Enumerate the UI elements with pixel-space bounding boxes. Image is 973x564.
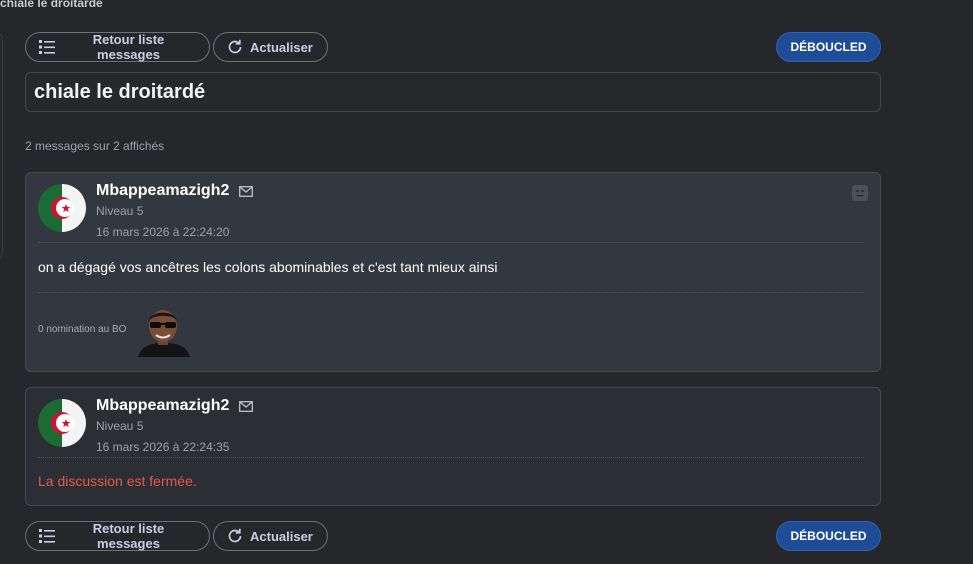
report-icon[interactable] [852,185,868,201]
discussion-closed-notice: La discussion est fermée. [38,473,197,489]
list-icon [39,529,55,543]
mail-icon[interactable] [239,400,254,412]
refresh-label: Actualiser [250,39,313,55]
author-label: Mbappeamazigh2 [96,182,230,199]
message-card: Mbappeamazigh2 Niveau 5 16 mars 2026 à 2… [25,172,881,372]
refresh-icon [228,39,242,54]
deboucled-button[interactable]: DÉBOUCLED [776,521,881,551]
separator [38,457,864,458]
message-body: on a dégagé vos ancêtres les colons abom… [38,259,498,275]
deboucled-button[interactable]: DÉBOUCLED [776,32,881,62]
back-to-list-label: Retour liste messages [92,32,165,62]
algeria-flag-avatar[interactable] [38,184,86,232]
back-to-list-button[interactable]: Retour liste messages [25,32,210,62]
toolbar-top: Retour liste messages Actualiser DÉBOUCL… [25,32,881,62]
list-icon [39,40,55,54]
mail-icon[interactable] [239,185,254,197]
toolbar-bottom: Retour liste messages Actualiser DÉBOUCL… [25,521,881,551]
refresh-icon [228,528,242,543]
author-level: Niveau 5 [96,204,144,218]
person-with-sunglasses-sticker [136,307,192,357]
page-header-title: chiale le droitarde [0,0,103,10]
topic-title: chiale le droitardé [34,80,206,103]
author-name[interactable]: Mbappeamazigh2 [96,397,254,415]
back-to-list-label: Retour liste messages [92,521,165,551]
algeria-flag-avatar[interactable] [38,399,86,447]
back-to-list-button[interactable]: Retour liste messages [25,521,210,551]
refresh-button[interactable]: Actualiser [213,32,328,62]
message-card: Mbappeamazigh2 Niveau 5 16 mars 2026 à 2… [25,387,881,506]
separator [38,242,864,243]
author-name[interactable]: Mbappeamazigh2 [96,182,254,200]
message-timestamp[interactable]: 16 mars 2026 à 22:24:35 [96,440,229,454]
author-level: Niveau 5 [96,419,144,433]
author-label: Mbappeamazigh2 [96,397,230,414]
topic-title-box: chiale le droitardé [25,72,881,112]
left-sidebar-frame [0,32,3,260]
refresh-label: Actualiser [250,528,313,544]
message-timestamp[interactable]: 16 mars 2026 à 22:24:20 [96,225,229,239]
separator [38,292,864,293]
refresh-button[interactable]: Actualiser [213,521,328,551]
nomination-count: 0 nomination au BO [38,324,127,335]
message-count: 2 messages sur 2 affichés [25,139,165,153]
